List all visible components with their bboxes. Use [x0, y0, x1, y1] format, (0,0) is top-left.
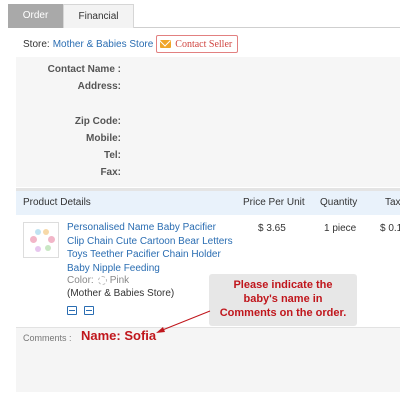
contact-name-label: Contact Name :: [47, 64, 121, 75]
quantity: 1 piece: [324, 223, 357, 234]
product-table-header: Product Details Price Per Unit Quantity …: [16, 191, 400, 215]
shipping-address-panel: Contact Name : Address: Zip Code: Mobile…: [16, 57, 400, 187]
tel-label: Tel:: [103, 150, 121, 161]
instruction-callout: Please indicate the baby's name in Comme…: [209, 274, 357, 326]
fax-label: Fax:: [100, 167, 121, 178]
mobile-label: Mobile:: [86, 133, 121, 144]
store-prefix: Store:: [23, 38, 50, 50]
address-label: Address:: [77, 81, 121, 92]
snapshot-icon[interactable]: [67, 306, 77, 315]
price-per-unit: $ 3.65: [258, 223, 286, 234]
detail-icon[interactable]: [84, 306, 94, 315]
comments-panel: [16, 327, 400, 392]
header-product-details: Product Details: [23, 197, 91, 208]
zip-code-label: Zip Code:: [74, 116, 121, 127]
color-value: Pink: [109, 275, 130, 286]
contact-seller-button[interactable]: Contact Seller: [156, 35, 239, 53]
product-title-link[interactable]: Personalised Name Baby Pacifier Clip Cha…: [67, 221, 235, 275]
store-link[interactable]: Mother & Babies Store: [53, 39, 154, 50]
color-swatch-icon: [97, 276, 107, 285]
header-quantity: Quantity: [320, 197, 358, 208]
comment-value: Name: Sofia: [81, 328, 157, 343]
comments-label: Comments :: [23, 333, 72, 343]
tax: $ 0.1: [380, 223, 400, 234]
contact-seller-label: Contact Seller: [175, 38, 233, 50]
store-row: Store: Mother & Babies Store Contact Sel…: [23, 34, 239, 54]
tab-financial[interactable]: Financial: [63, 4, 134, 28]
mail-icon: [160, 40, 172, 48]
product-color: Color: Pink: [67, 275, 129, 286]
color-label: Color:: [67, 275, 94, 286]
product-thumbnail[interactable]: [23, 222, 59, 258]
header-price-per-unit: Price Per Unit: [243, 197, 305, 208]
header-tax: Tax: [385, 197, 400, 208]
order-tabs: Order Financial: [8, 4, 400, 28]
tab-order[interactable]: Order: [8, 4, 63, 28]
product-store: (Mother & Babies Store): [67, 288, 175, 299]
